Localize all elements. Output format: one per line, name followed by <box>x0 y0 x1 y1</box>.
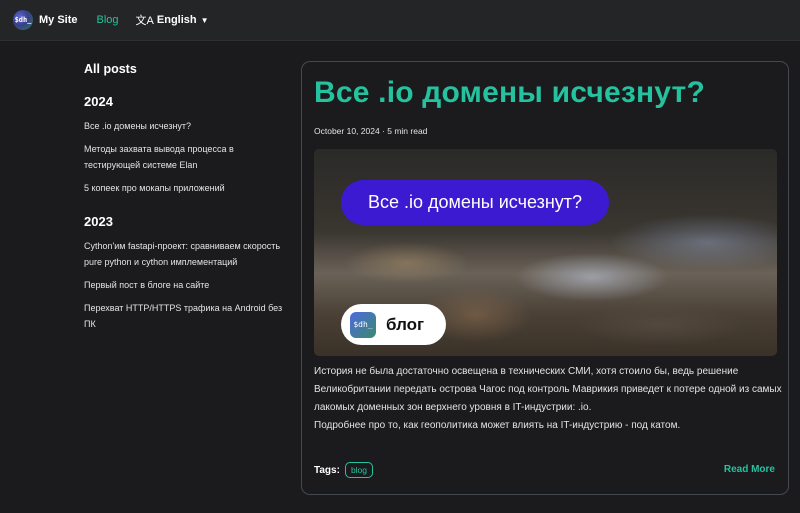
post-card: Все .io домены исчезнут? October 10, 202… <box>301 61 789 495</box>
chevron-down-icon: ▼ <box>200 15 209 25</box>
read-more-link[interactable]: Read More <box>724 464 775 475</box>
hero-logo-icon: $dh_ <box>350 311 376 338</box>
hero-badge-label: блог <box>386 314 425 334</box>
sidebar-post-link[interactable]: Перехват HTTP/HTTPS трафика на Android б… <box>84 300 284 332</box>
sidebar-post-link[interactable]: Cython'им fastapi-проект: сравниваем ско… <box>84 238 284 270</box>
post-title-link[interactable]: Все .io домены исчезнут? <box>314 76 705 110</box>
sidebar-post-link[interactable]: Все .io домены исчезнут? <box>84 118 284 134</box>
post-excerpt: История не была достаточно освещена в те… <box>314 363 784 435</box>
sidebar-year: 2024 <box>84 94 113 109</box>
hero-blog-badge: $dh_ блог <box>341 304 446 345</box>
hero-title-bubble: Все .io домены исчезнут? <box>341 180 609 225</box>
sidebar-post-link[interactable]: 5 копеек про мокапы приложений <box>84 180 284 196</box>
sidebar-post-link[interactable]: Методы захвата вывода процесса в тестиру… <box>84 141 284 173</box>
sidebar-post-link[interactable]: Первый пост в блоге на сайте <box>84 277 284 293</box>
tag-badge[interactable]: blog <box>344 462 374 478</box>
post-tags: Tags: blog <box>314 462 374 478</box>
language-dropdown[interactable]: 文A English ▼ <box>136 12 209 28</box>
post-paragraph: Подробнее про то, как геополитика может … <box>314 420 681 431</box>
sidebar-heading: All posts <box>84 62 137 76</box>
translate-icon: 文A <box>135 15 154 27</box>
site-title-link[interactable]: My Site <box>39 14 78 26</box>
language-label: English <box>156 14 197 26</box>
sidebar: All posts 2024 Все .io домены исчезнут? … <box>84 62 284 339</box>
post-hero-image: Все .io домены исчезнут? $dh_ блог <box>314 149 777 356</box>
site-logo[interactable]: $dh_ <box>13 10 33 30</box>
navbar: $dh_ My Site Blog 文A English ▼ <box>0 0 800 41</box>
post-meta: October 10, 2024 · 5 min read <box>314 126 428 136</box>
nav-blog-link[interactable]: Blog <box>97 14 119 26</box>
tags-label: Tags: <box>314 464 340 476</box>
sidebar-year: 2023 <box>84 214 113 229</box>
post-paragraph: История не была достаточно освещена в те… <box>314 366 782 413</box>
